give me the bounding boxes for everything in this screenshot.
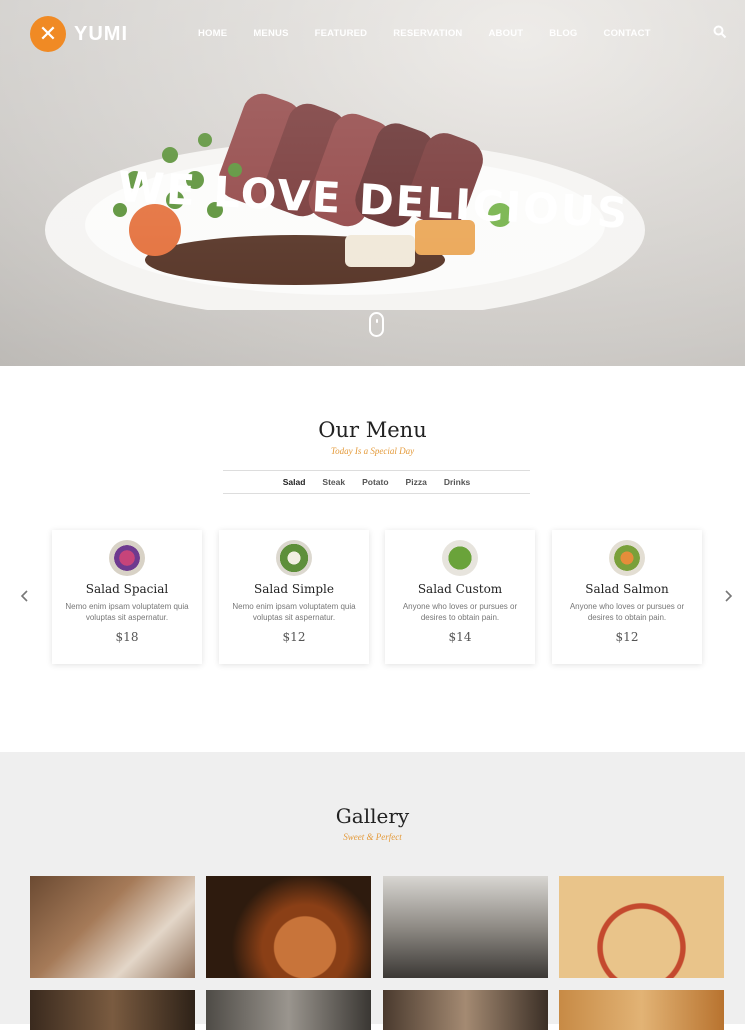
card-title: Salad Spacial	[85, 582, 169, 596]
menu-card[interactable]: Salad Spacial Nemo enim ipsam voluptatem…	[52, 530, 202, 664]
gallery-image[interactable]	[206, 876, 371, 978]
search-icon[interactable]	[713, 25, 727, 39]
card-price: $18	[115, 630, 139, 644]
nav-blog[interactable]: BLOG	[549, 28, 577, 39]
brand-name: YUMI	[74, 22, 128, 45]
gallery-image[interactable]	[30, 990, 195, 1030]
menu-card[interactable]: Salad Simple Nemo enim ipsam voluptatem …	[219, 530, 369, 664]
menu-tabs: Salad Steak Potato Pizza Drinks	[223, 470, 530, 494]
tab-potato[interactable]: Potato	[362, 477, 388, 487]
dish-image	[442, 540, 478, 576]
nav-home[interactable]: HOME	[198, 28, 227, 39]
nav-menus[interactable]: MENUS	[253, 28, 288, 39]
chevron-left-icon[interactable]	[19, 590, 31, 602]
gallery-subtitle: Sweet & Perfect	[343, 832, 402, 842]
gallery-image[interactable]	[559, 876, 724, 978]
card-description: Anyone who loves or pursues or desires t…	[402, 602, 518, 622]
menu-card[interactable]: Salad Custom Anyone who loves or pursues…	[385, 530, 535, 664]
main-menu: HOME MENUS FEATURED RESERVATION ABOUT BL…	[198, 28, 677, 39]
top-navigation: ✕ YUMI HOME MENUS FEATURED RESERVATION A…	[0, 0, 745, 66]
gallery-image[interactable]	[30, 876, 195, 978]
logo-icon: ✕	[30, 16, 66, 52]
card-description: Nemo enim ipsam voluptatem quia voluptas…	[65, 602, 189, 622]
menu-title: Our Menu	[318, 418, 427, 442]
dish-image	[109, 540, 145, 576]
dish-image	[276, 540, 312, 576]
gallery-image[interactable]	[383, 876, 548, 978]
menu-section: Our Menu Today Is a Special Day Salad St…	[0, 366, 745, 752]
card-price: $12	[282, 630, 306, 644]
gallery-section: Gallery Sweet & Perfect	[0, 752, 745, 1030]
card-title: Salad Custom	[417, 582, 503, 596]
nav-contact[interactable]: CONTACT	[604, 28, 651, 39]
card-title: Salad Salmon	[585, 582, 669, 596]
gallery-image[interactable]	[206, 990, 371, 1030]
tab-salad[interactable]: Salad	[283, 477, 306, 487]
brand-logo[interactable]: ✕ YUMI	[30, 16, 128, 52]
nav-about[interactable]: ABOUT	[489, 28, 524, 39]
gallery-title: Gallery	[335, 804, 410, 828]
dish-image	[609, 540, 645, 576]
card-description: Anyone who loves or pursues or desires t…	[569, 602, 685, 622]
mouse-scroll-icon[interactable]	[369, 312, 384, 337]
gallery-image[interactable]	[559, 990, 724, 1030]
gallery-image[interactable]	[383, 990, 548, 1030]
card-price: $14	[448, 630, 472, 644]
card-description: Nemo enim ipsam voluptatem quia voluptas…	[232, 602, 356, 622]
chevron-right-icon[interactable]	[722, 590, 734, 602]
tab-pizza[interactable]: Pizza	[406, 477, 427, 487]
nav-reservation[interactable]: RESERVATION	[393, 28, 462, 39]
card-price: $12	[615, 630, 639, 644]
menu-card[interactable]: Salad Salmon Anyone who loves or pursues…	[552, 530, 702, 664]
tab-drinks[interactable]: Drinks	[444, 477, 470, 487]
tab-steak[interactable]: Steak	[322, 477, 345, 487]
card-title: Salad Simple	[254, 582, 334, 596]
menu-subtitle: Today Is a Special Day	[330, 446, 415, 456]
hero-section: ✕ YUMI HOME MENUS FEATURED RESERVATION A…	[0, 0, 745, 366]
nav-featured[interactable]: FEATURED	[315, 28, 368, 39]
